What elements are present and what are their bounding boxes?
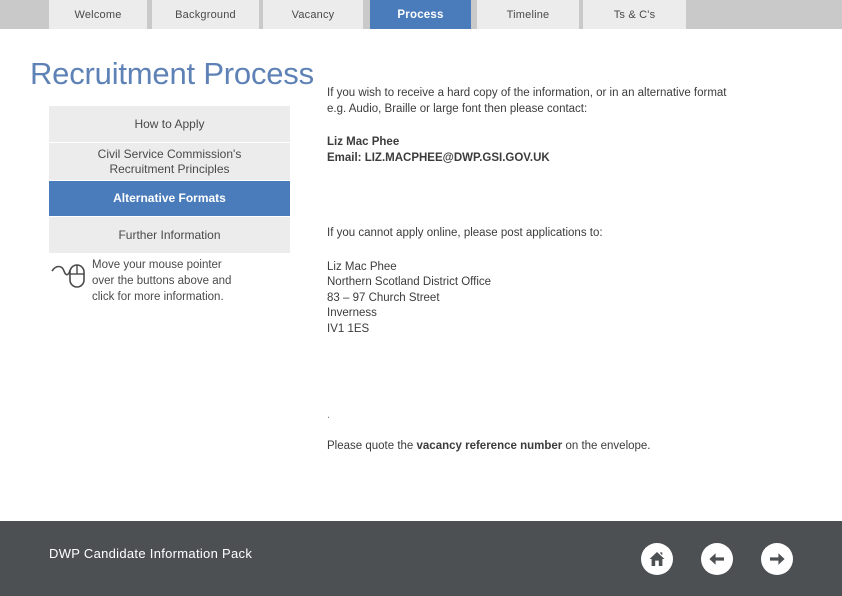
contact-name: Liz Mac Phee: [327, 136, 400, 148]
forward-button[interactable]: [761, 543, 793, 575]
menu-item-label: How to Apply: [134, 116, 205, 131]
alt-format-intro-line1: If you wish to receive a hard copy of th…: [327, 87, 727, 99]
menu-item-label: Alternative Formats: [113, 191, 226, 205]
tab-background[interactable]: Background: [152, 0, 259, 29]
address-line: Northern Scotland District Office: [327, 276, 492, 288]
footer: DWP Candidate Information Pack: [0, 521, 842, 596]
tab-ts-and-cs[interactable]: Ts & C's: [583, 0, 686, 29]
alt-format-intro-line2: e.g. Audio, Braille or large font then p…: [327, 102, 588, 115]
mouse-hint-text: Move your mouse pointer over the buttons…: [92, 259, 232, 303]
address-line: Inverness: [327, 307, 377, 319]
menu-item-alternative-formats[interactable]: Alternative Formats: [49, 181, 290, 216]
home-icon: [646, 548, 668, 570]
arrow-left-icon: [706, 548, 728, 570]
stray-dot: .: [327, 409, 331, 421]
home-button[interactable]: [641, 543, 673, 575]
postal-intro: If you cannot apply online, please post …: [327, 227, 603, 239]
tab-bar: Welcome Background Vacancy Process Timel…: [0, 0, 842, 29]
page-title: Recruitment Process: [30, 56, 314, 91]
content-area: If you wish to receive a hard copy of th…: [327, 86, 787, 455]
vacancy-note-suffix: on the envelope.: [562, 440, 651, 452]
tab-vacancy[interactable]: Vacancy: [263, 0, 363, 29]
contact-email: Email: LIZ.MACPHEE@DWP.GSI.GOV.UK: [327, 151, 550, 164]
footer-title: DWP Candidate Information Pack: [49, 546, 253, 561]
tab-process[interactable]: Process: [370, 0, 471, 29]
side-menu: How to Apply Civil Service Commission's …: [49, 106, 290, 254]
arrow-right-icon: [766, 548, 788, 570]
tab-timeline[interactable]: Timeline: [477, 0, 579, 29]
menu-item-further-information[interactable]: Further Information: [49, 217, 290, 253]
back-button[interactable]: [701, 543, 733, 575]
menu-item-label: Civil Service Commission's Recruitment P…: [97, 146, 242, 176]
vacancy-reference-note: Please quote the vacancy reference numbe…: [327, 439, 787, 455]
mouse-hint: Move your mouse pointer over the buttons…: [50, 255, 231, 305]
vacancy-note-prefix: Please quote the: [327, 440, 417, 452]
tab-welcome[interactable]: Welcome: [49, 0, 147, 29]
address-line: 83 – 97 Church Street: [327, 291, 440, 304]
menu-item-civil-service-commissions-recruitment-principles[interactable]: Civil Service Commission's Recruitment P…: [49, 143, 290, 180]
mouse-icon: [50, 257, 88, 297]
vacancy-reference-number-text: vacancy reference number: [416, 440, 563, 452]
address-line: IV1 1ES: [327, 322, 370, 335]
address-line: Liz Mac Phee: [327, 260, 397, 273]
menu-item-label: Further Information: [118, 227, 221, 242]
menu-item-how-to-apply[interactable]: How to Apply: [49, 106, 290, 142]
